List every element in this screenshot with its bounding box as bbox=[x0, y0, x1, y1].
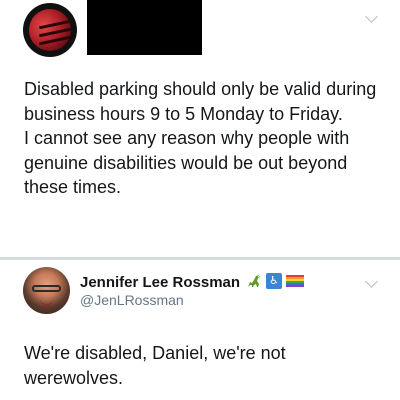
rainbow-flag-icon bbox=[286, 275, 304, 287]
dinosaur-icon bbox=[248, 275, 260, 287]
reply-author-avatar[interactable] bbox=[23, 267, 70, 314]
tweet-text: Disabled parking should only be valid du… bbox=[24, 79, 377, 197]
avatar-image bbox=[29, 9, 71, 51]
original-tweet: Disabled parking should only be valid du… bbox=[0, 0, 400, 257]
reply-text: We're disabled, Daniel, we're not werewo… bbox=[24, 343, 286, 388]
redacted-name-block bbox=[87, 0, 202, 55]
avatar-image bbox=[32, 285, 61, 292]
disability-icon: ♿ bbox=[266, 273, 282, 289]
author-avatar[interactable] bbox=[23, 3, 77, 57]
chevron-down-icon[interactable] bbox=[365, 10, 378, 23]
reply-author-handle[interactable]: @JenLRossman bbox=[80, 292, 184, 308]
reply-author-name[interactable]: Jennifer Lee Rossman bbox=[80, 274, 240, 291]
